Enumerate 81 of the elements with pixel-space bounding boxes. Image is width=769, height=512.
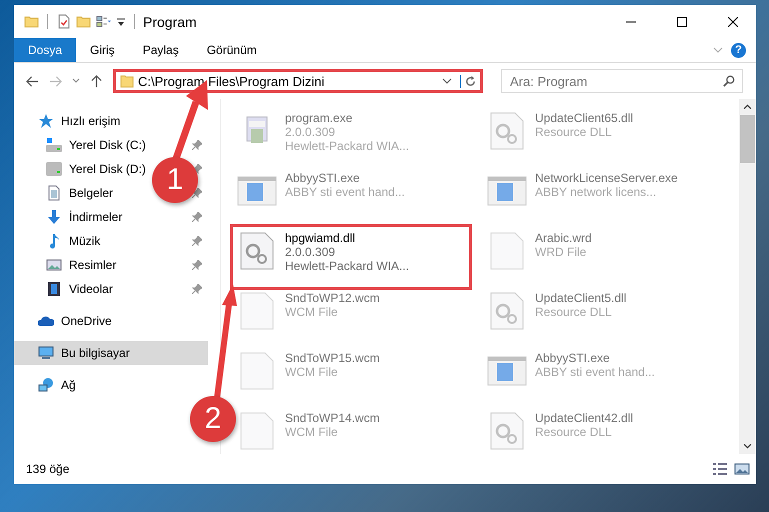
maximize-icon: [677, 16, 687, 26]
pin-icon[interactable]: [192, 188, 202, 198]
ribbon-tab[interactable]: Dosya: [14, 38, 76, 62]
file-detail: WRD File: [535, 245, 588, 259]
file-name[interactable]: SndToWP14.wcm: [285, 411, 380, 425]
up-icon[interactable]: [90, 74, 103, 88]
file-name[interactable]: UpdateClient5.dll: [535, 291, 626, 305]
download-icon: [46, 209, 62, 225]
search-field[interactable]: Ara: Program: [501, 69, 743, 93]
help-button[interactable]: ?: [731, 42, 746, 58]
scrollbar[interactable]: [739, 99, 756, 454]
pin-icon[interactable]: [192, 212, 202, 222]
file-name[interactable]: AbbyySTI.exe: [285, 171, 405, 185]
monitor-icon: [38, 345, 54, 361]
dropdown-icon[interactable]: [442, 78, 452, 84]
sidebar-item[interactable]: Ağ: [61, 378, 76, 392]
drive-icon: [46, 161, 62, 177]
sidebar-item[interactable]: Resimler: [69, 258, 116, 272]
picture-icon: [46, 257, 62, 273]
sidebar-item[interactable]: Yerel Disk (C:): [69, 138, 146, 152]
file-name[interactable]: AbbyySTI.exe: [535, 351, 655, 365]
star-icon: [38, 113, 54, 129]
sidebar-item[interactable]: Bu bilgisayar: [61, 346, 130, 360]
file-detail: ABBY network licens...: [535, 185, 658, 199]
network-icon: [38, 377, 54, 393]
sidebar-item[interactable]: Hızlı erişim: [61, 114, 120, 128]
film-icon: [46, 281, 62, 297]
file-detail: ABBY sti event hand...: [535, 365, 655, 379]
sidebar-item[interactable]: Belgeler: [69, 186, 114, 200]
pin-icon[interactable]: [192, 260, 202, 270]
folder-icon: [120, 73, 134, 89]
ribbon-tab[interactable]: Görünüm: [192, 38, 271, 62]
properties-icon[interactable]: [56, 14, 71, 29]
sidebar-item[interactable]: İndirmeler: [69, 210, 122, 224]
recent-locations-icon[interactable]: [72, 78, 80, 84]
file-detail: Hewlett-Packard WIA...: [285, 259, 410, 273]
scroll-up-icon[interactable]: [743, 104, 752, 110]
window-title: Program: [143, 14, 197, 30]
file-detail: Resource DLL: [535, 305, 613, 319]
address-path: C:\Program Files\Program Dizini: [138, 74, 326, 88]
file-detail: WCM File: [285, 425, 339, 439]
file-detail: WCM File: [285, 365, 339, 379]
file-name[interactable]: Arabic.wrd: [535, 231, 592, 245]
file-name[interactable]: SndToWP12.wcm: [285, 291, 380, 305]
scroll-down-icon[interactable]: [743, 443, 752, 449]
sidebar-item[interactable]: Videolar: [69, 282, 113, 296]
file-detail: ABBY sti event hand...: [285, 185, 405, 199]
close-icon: [728, 16, 738, 26]
file-name[interactable]: NetworkLicenseServer.exe: [535, 171, 678, 185]
file-detail: 2.0.0.309: [285, 125, 336, 139]
pin-icon[interactable]: [192, 140, 202, 150]
file-name[interactable]: UpdateClient42.dll: [535, 411, 634, 425]
address-bar[interactable]: C:\Program Files\Program Dizini: [113, 69, 483, 93]
back-icon[interactable]: [26, 74, 39, 88]
pin-icon[interactable]: [192, 236, 202, 246]
file-detail: WCM File: [285, 305, 339, 319]
details-view-icon[interactable]: [712, 462, 728, 476]
sidebar-item[interactable]: Müzik: [69, 234, 100, 248]
file-name[interactable]: UpdateClient65.dll: [535, 111, 634, 125]
drive-icon: [46, 137, 62, 153]
file-detail: 2.0.0.309: [285, 245, 336, 259]
document-icon: [46, 185, 62, 201]
large-icons-view-icon[interactable]: [734, 462, 750, 476]
pin-icon[interactable]: [192, 284, 202, 294]
file-detail: Resource DLL: [535, 125, 613, 139]
sidebar-item[interactable]: OneDrive: [61, 314, 112, 328]
scroll-thumb[interactable]: [740, 115, 755, 163]
file-name[interactable]: program.exe: [285, 111, 410, 125]
file-detail: Hewlett-Packard WIA...: [285, 139, 410, 153]
ribbon-tab[interactable]: Giriş: [76, 38, 129, 62]
view-icon[interactable]: [96, 14, 111, 29]
ribbon-tab[interactable]: Paylaş: [128, 38, 193, 62]
file-detail: Resource DLL: [535, 425, 613, 439]
file-name[interactable]: SndToWP15.wcm: [285, 351, 380, 365]
sidebar-item[interactable]: Yerel Disk (D:): [69, 162, 146, 176]
expand-ribbon-icon[interactable]: [713, 47, 723, 53]
pin-icon[interactable]: [192, 164, 202, 174]
customize-toolbar-icon[interactable]: [116, 16, 126, 26]
item-count: 139 öğe: [26, 462, 70, 476]
search-icon: [723, 75, 735, 87]
file-name[interactable]: hpgwiamd.dll: [285, 231, 410, 245]
